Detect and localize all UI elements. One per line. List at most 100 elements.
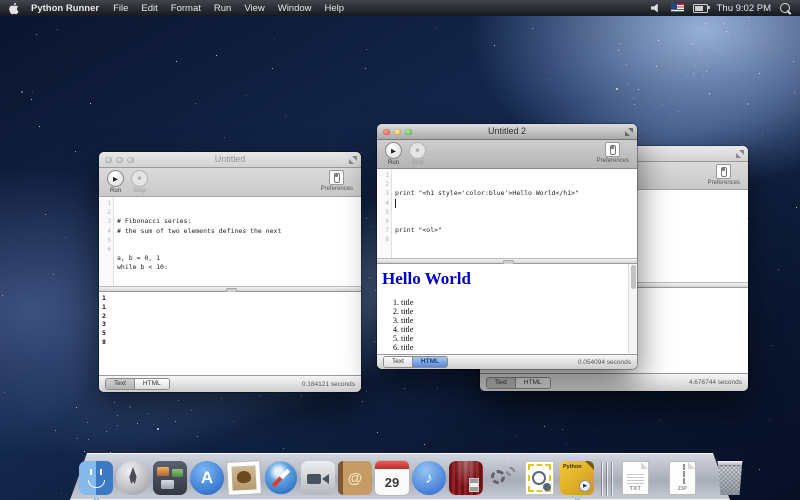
stop-button[interactable]: ■ Stop	[409, 142, 426, 166]
scrollbar-thumb[interactable]	[631, 265, 636, 289]
status-bar: Text HTML 4.676744 seconds	[480, 373, 748, 391]
toolbar: ▶ Run ■ Stop Preferences	[377, 140, 637, 169]
dock-mission-control[interactable]	[152, 460, 188, 496]
fullscreen-icon[interactable]	[625, 128, 633, 136]
apple-menu-icon[interactable]	[8, 2, 19, 15]
menu-bar: Python Runner File Edit Format Run View …	[0, 0, 800, 16]
dock-txt-file[interactable]: TXT	[618, 460, 654, 496]
safari-icon	[264, 461, 298, 495]
tab-html[interactable]: HTML	[413, 357, 447, 367]
tab-text[interactable]: Text	[106, 379, 135, 389]
run-button[interactable]: ▶ Run	[385, 142, 402, 166]
zoom-button[interactable]	[405, 129, 412, 136]
calendar-icon: 29	[375, 461, 409, 495]
dock-address-book[interactable]: @	[337, 460, 373, 496]
stop-icon: ■	[409, 142, 426, 159]
stop-button[interactable]: ■ Stop	[131, 170, 148, 194]
dock-system-preferences[interactable]	[485, 460, 521, 496]
menu-format[interactable]: Format	[171, 3, 201, 14]
dock-photo-booth[interactable]	[448, 460, 484, 496]
tab-html[interactable]: HTML	[516, 378, 550, 388]
preferences-icon	[716, 164, 731, 179]
scrollbar[interactable]	[628, 264, 637, 354]
desktop: Python Runner File Edit Format Run View …	[0, 0, 800, 500]
line-number-gutter: 12 34 56 78	[377, 169, 392, 258]
dock-trash[interactable]	[712, 460, 748, 496]
input-source-flag-icon[interactable]	[671, 4, 684, 12]
text-caret	[395, 199, 396, 208]
output-mode-segment: Text HTML	[105, 378, 170, 390]
dock-zip-file[interactable]: ZIP	[665, 460, 701, 496]
tab-text[interactable]: Text	[487, 378, 516, 388]
preferences-icon	[605, 142, 620, 157]
elapsed-time: 0.054094 seconds	[578, 359, 631, 366]
title-bar[interactable]: Untitled	[99, 152, 361, 168]
dock-finder[interactable]	[78, 460, 114, 496]
preferences-button[interactable]: Preferences	[597, 142, 629, 164]
dock-mail[interactable]	[226, 460, 262, 496]
output-heading: Hello World	[382, 269, 637, 289]
menu-edit[interactable]: Edit	[141, 3, 157, 14]
html-output-area[interactable]: Hello World title title title title titl…	[377, 264, 637, 354]
dock-safari[interactable]	[263, 460, 299, 496]
magnifier-document-icon	[526, 462, 553, 494]
app-store-icon: A	[190, 461, 224, 495]
address-book-icon: @	[338, 461, 372, 495]
dock-app-store[interactable]: A	[189, 460, 225, 496]
list-item: title	[401, 325, 637, 334]
list-item: title	[401, 298, 637, 307]
finder-icon	[79, 461, 113, 495]
close-button[interactable]	[105, 157, 112, 164]
code-text[interactable]: print "<h1 style='color:blue'>Hello Worl…	[392, 169, 637, 258]
minimize-button[interactable]	[394, 129, 401, 136]
zoom-button[interactable]	[127, 157, 134, 164]
battery-icon[interactable]	[693, 4, 708, 13]
dock-find-app[interactable]	[522, 460, 558, 496]
dock-facetime[interactable]	[300, 460, 336, 496]
output-area[interactable]: 11 23 58	[99, 292, 361, 375]
facetime-icon	[301, 461, 335, 495]
line-number-gutter: 12 34 56	[99, 197, 114, 286]
launchpad-icon	[116, 461, 150, 495]
dock-ical[interactable]: 29	[374, 460, 410, 496]
gears-icon	[486, 461, 520, 495]
menu-clock[interactable]: Thu 9:02 PM	[717, 3, 771, 14]
play-icon: ▶	[579, 480, 591, 492]
code-editor[interactable]: 12 34 56 # Fibonacci series:# the sum of…	[99, 197, 361, 286]
dock-python-runner[interactable]: Python▶	[559, 460, 595, 496]
menu-help[interactable]: Help	[325, 3, 345, 14]
toolbar: ▶ Run ■ Stop Preferences	[99, 168, 361, 197]
dock-itunes[interactable]: ♪	[411, 460, 447, 496]
output-mode-segment: Text HTML	[486, 377, 551, 389]
menu-view[interactable]: View	[244, 3, 264, 14]
code-editor[interactable]: 12 34 56 78 print "<h1 style='color:blue…	[377, 169, 637, 258]
tab-text[interactable]: Text	[384, 357, 413, 367]
menu-window[interactable]: Window	[278, 3, 312, 14]
zip-file-icon: ZIP	[670, 462, 695, 494]
preferences-button[interactable]: Preferences	[708, 164, 740, 186]
play-icon: ▶	[107, 170, 124, 187]
elapsed-time: 0.184121 seconds	[302, 381, 355, 388]
elapsed-time: 4.676744 seconds	[689, 379, 742, 386]
list-item: title	[401, 307, 637, 316]
output-mode-segment: Text HTML	[383, 356, 448, 368]
menu-app-name[interactable]: Python Runner	[31, 3, 99, 14]
list-item: title	[401, 343, 637, 352]
fullscreen-icon[interactable]	[736, 150, 744, 158]
itunes-icon: ♪	[412, 461, 446, 495]
fullscreen-icon[interactable]	[349, 156, 357, 164]
menu-file[interactable]: File	[113, 3, 128, 14]
volume-icon[interactable]	[651, 4, 662, 13]
dock-divider	[598, 462, 616, 496]
close-button[interactable]	[383, 129, 390, 136]
photo-booth-icon	[449, 461, 483, 495]
code-text[interactable]: # Fibonacci series:# the sum of two elem…	[114, 197, 361, 286]
run-button[interactable]: ▶ Run	[107, 170, 124, 194]
tab-html[interactable]: HTML	[135, 379, 169, 389]
minimize-button[interactable]	[116, 157, 123, 164]
title-bar[interactable]: Untitled 2	[377, 124, 637, 140]
dock-launchpad[interactable]	[115, 460, 151, 496]
menu-run[interactable]: Run	[214, 3, 231, 14]
spotlight-icon[interactable]	[780, 3, 790, 13]
preferences-button[interactable]: Preferences	[321, 170, 353, 192]
